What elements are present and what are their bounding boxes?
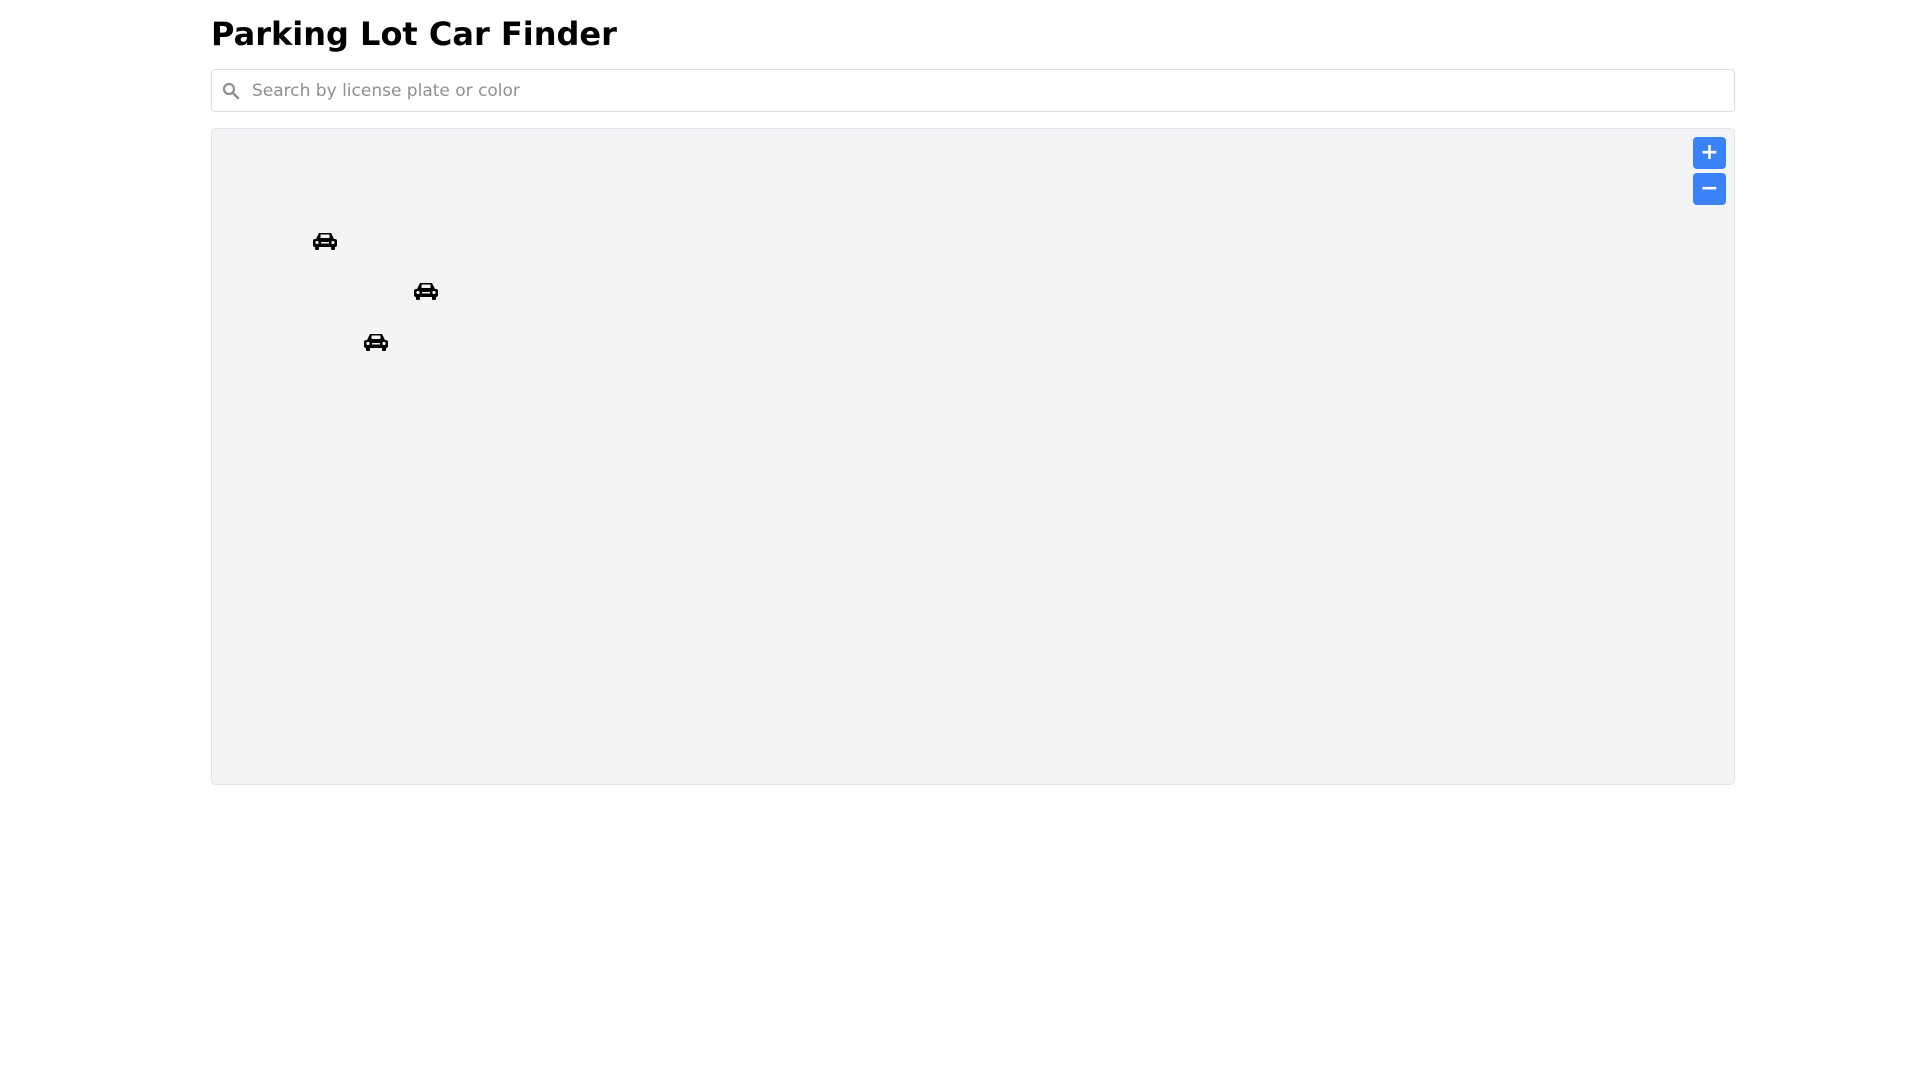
search-icon xyxy=(222,82,240,100)
car-icon[interactable] xyxy=(312,231,338,251)
zoom-out-button[interactable]: − xyxy=(1693,173,1726,205)
search-input[interactable] xyxy=(252,70,1722,111)
page-title: Parking Lot Car Finder xyxy=(211,15,617,53)
car-icon[interactable] xyxy=(413,281,439,301)
parking-lot-map[interactable]: + − xyxy=(211,128,1735,785)
zoom-in-button[interactable]: + xyxy=(1693,137,1726,169)
search-bar xyxy=(211,69,1735,112)
car-icon[interactable] xyxy=(363,332,389,352)
